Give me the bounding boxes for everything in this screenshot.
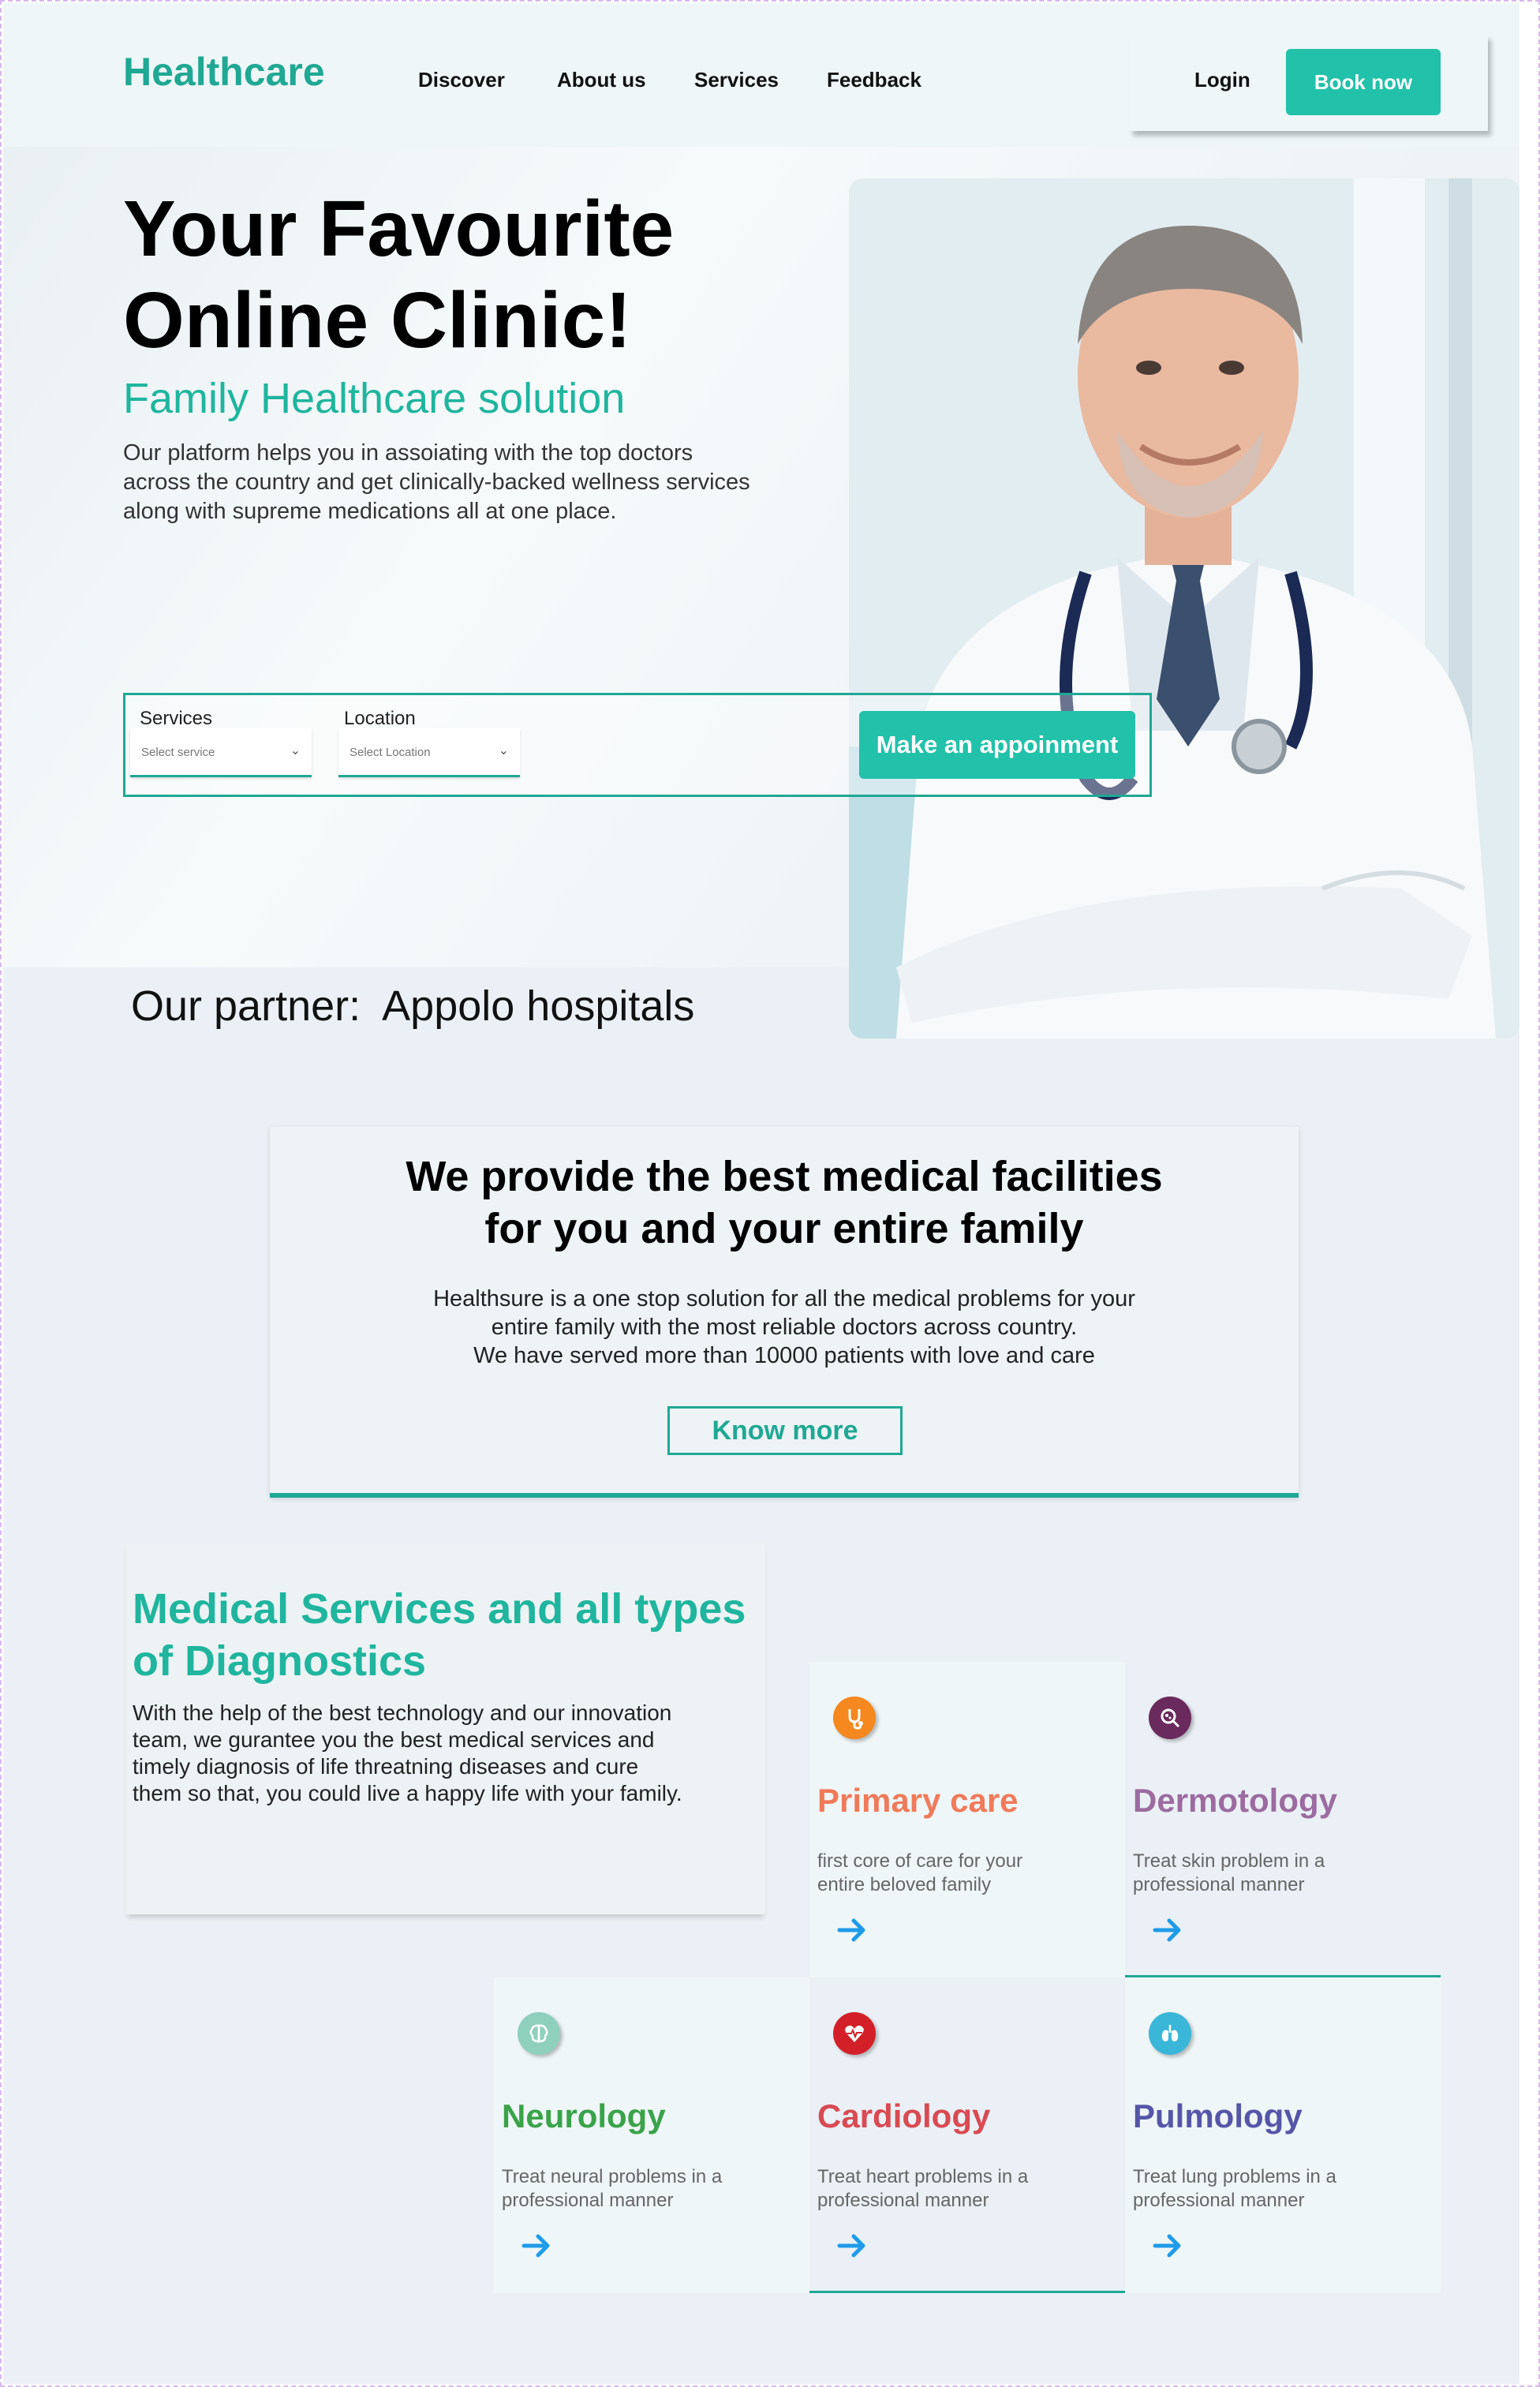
service-title: Pulmology bbox=[1133, 2097, 1303, 2134]
lungs-icon bbox=[1149, 2012, 1191, 2055]
hero-subtitle: Family Healthcare solution bbox=[123, 375, 626, 422]
hero-description: Our platform helps you in assoiating wit… bbox=[123, 440, 750, 524]
medical-services-title: Medical Services and all types of Diagno… bbox=[133, 1585, 746, 1685]
service-title: Neurology bbox=[502, 2097, 666, 2134]
facilities-title: We provide the best medical facilities f… bbox=[270, 1150, 1299, 1255]
service-description: Treat neural problems in a professional … bbox=[502, 2166, 723, 2211]
doctor-photo bbox=[849, 178, 1519, 1038]
services-select-placeholder: Select service bbox=[141, 746, 215, 759]
nav-services[interactable]: Services bbox=[694, 68, 779, 92]
know-more-button[interactable]: Know more bbox=[667, 1406, 903, 1455]
nav-feedback[interactable]: Feedback bbox=[827, 68, 921, 92]
medical-services-description: With the help of the best technology and… bbox=[133, 1700, 682, 1805]
service-card-primary-care[interactable]: Primary care first core of care for your… bbox=[809, 1662, 1125, 1977]
service-title: Dermotology bbox=[1133, 1782, 1338, 1819]
nav-discover[interactable]: Discover bbox=[418, 68, 505, 92]
hero-title: Your Favourite Online Clinic! bbox=[123, 183, 833, 366]
login-link[interactable]: Login bbox=[1194, 68, 1250, 92]
nav-about-us[interactable]: About us bbox=[557, 68, 646, 92]
facilities-desc-line-2: entire family with the most reliable doc… bbox=[491, 1315, 1078, 1340]
make-appointment-button[interactable]: Make an appoinment bbox=[859, 711, 1135, 779]
appointment-search-panel: Services Select service ⌄ Location Selec… bbox=[123, 693, 1152, 797]
arrow-right-icon[interactable] bbox=[521, 2230, 552, 2262]
service-title: Cardiology bbox=[817, 2097, 991, 2134]
service-card-dermotology[interactable]: Dermotology Treat skin problem in a prof… bbox=[1125, 1662, 1441, 1977]
service-title: Primary care bbox=[817, 1782, 1019, 1819]
stethoscope-icon bbox=[833, 1697, 876, 1739]
service-card-pulmology[interactable]: Pulmology Treat lung problems in a profe… bbox=[1125, 1977, 1441, 2293]
location-label: Location bbox=[344, 708, 416, 729]
facilities-description: Healthsure is a one stop solution for al… bbox=[270, 1285, 1299, 1370]
service-description: first core of care for your entire belov… bbox=[817, 1850, 1023, 1895]
location-select[interactable]: Select Location ⌄ bbox=[338, 728, 520, 777]
auth-actions: Login Book now bbox=[1130, 35, 1488, 131]
site-logo[interactable]: Healthcare bbox=[123, 49, 325, 95]
service-description: Treat heart problems in a professional m… bbox=[817, 2166, 1029, 2211]
book-now-button[interactable]: Book now bbox=[1286, 49, 1441, 115]
service-description: Treat skin problem in a professional man… bbox=[1133, 1850, 1325, 1895]
service-card-cardiology[interactable]: Cardiology Treat heart problems in a pro… bbox=[809, 1977, 1125, 2293]
skin-magnifier-icon bbox=[1149, 1697, 1191, 1739]
service-card-neurology[interactable]: Neurology Treat neural problems in a pro… bbox=[494, 1977, 809, 2293]
hero-title-line-2: Online Clinic! bbox=[123, 276, 632, 365]
facilities-card: We provide the best medical facilities f… bbox=[270, 1127, 1299, 1498]
facilities-desc-line-1: Healthsure is a one stop solution for al… bbox=[433, 1286, 1135, 1311]
arrow-right-icon[interactable] bbox=[836, 2230, 868, 2262]
partner-text: Our partner: Appolo hospitals bbox=[131, 982, 695, 1030]
hero-title-line-1: Your Favourite bbox=[123, 185, 675, 273]
arrow-right-icon[interactable] bbox=[1152, 1914, 1183, 1946]
doctor-illustration bbox=[849, 178, 1519, 1038]
location-select-placeholder: Select Location bbox=[349, 746, 431, 759]
services-label: Services bbox=[140, 708, 213, 729]
medical-services-intro: Medical Services and all types of Diagno… bbox=[126, 1543, 765, 1914]
facilities-desc-line-3: We have served more than 10000 patients … bbox=[473, 1343, 1095, 1368]
facilities-title-line-2: for you and your entire family bbox=[484, 1205, 1084, 1252]
page-canvas: Healthcare Discover About us Services Fe… bbox=[3, 3, 1519, 2384]
heart-pulse-icon bbox=[833, 2012, 876, 2055]
arrow-right-icon[interactable] bbox=[1152, 2230, 1183, 2262]
service-description: Treat lung problems in a professional ma… bbox=[1133, 2166, 1336, 2211]
facilities-title-line-1: We provide the best medical facilities bbox=[406, 1153, 1163, 1200]
arrow-right-icon[interactable] bbox=[836, 1914, 868, 1946]
top-navigation-bar: Healthcare Discover About us Services Fe… bbox=[3, 3, 1519, 147]
chevron-down-icon: ⌄ bbox=[290, 744, 301, 758]
brain-icon bbox=[518, 2012, 560, 2055]
chevron-down-icon: ⌄ bbox=[498, 744, 509, 758]
services-select[interactable]: Select service ⌄ bbox=[130, 728, 312, 777]
